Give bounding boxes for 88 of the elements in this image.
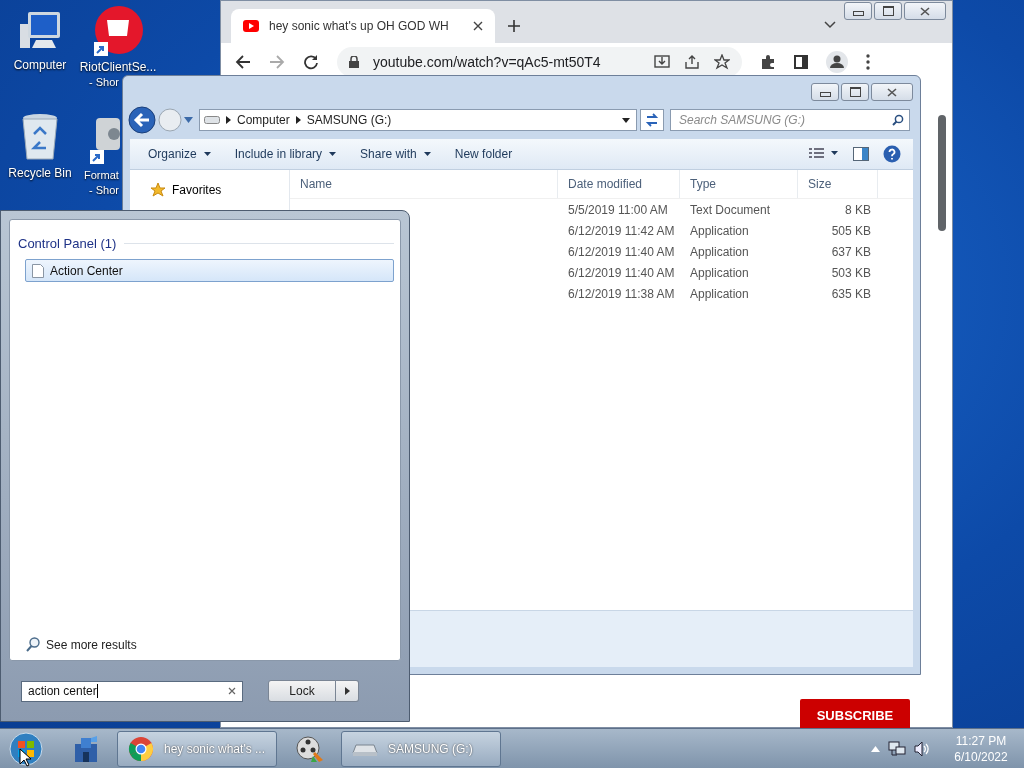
table-cell-text: Application xyxy=(689,244,750,259)
menu-icon[interactable] xyxy=(866,54,870,70)
browser-tab[interactable]: hey sonic what's up OH GOD WH xyxy=(231,9,495,43)
reload-icon[interactable] xyxy=(303,54,319,70)
column-header[interactable]: Size xyxy=(798,170,878,198)
table-cell-text: Application xyxy=(689,265,750,280)
close-button[interactable] xyxy=(904,2,946,20)
breadcrumb-item[interactable]: Computer xyxy=(237,113,290,127)
view-options-icon[interactable] xyxy=(809,148,839,160)
desktop-icon-label[interactable]: - Shor xyxy=(89,75,119,90)
power-options-button[interactable] xyxy=(336,680,359,702)
toolbar-button[interactable]: Share with xyxy=(360,147,431,161)
column-header[interactable]: Date modified xyxy=(558,170,680,198)
browser-icon xyxy=(128,735,154,762)
close-icon xyxy=(887,87,897,97)
search-icon xyxy=(26,637,40,652)
toolbar-button[interactable]: Organize xyxy=(148,147,211,161)
close-icon xyxy=(920,6,930,16)
desktop-icon-label[interactable]: Recycle Bin xyxy=(8,166,72,181)
desktop-icon-label[interactable]: RiotClientSe... xyxy=(79,60,157,75)
toolbar-button[interactable]: New folder xyxy=(454,147,513,161)
lock-icon xyxy=(349,56,359,68)
scrollbar[interactable] xyxy=(938,115,946,231)
star-icon[interactable] xyxy=(714,54,730,70)
lock-button[interactable]: Lock xyxy=(268,680,336,702)
desktop-icon-label[interactable]: - Shor xyxy=(89,183,119,198)
chevron-right-icon[interactable] xyxy=(295,116,301,124)
side-panel-icon[interactable] xyxy=(794,55,808,69)
video-site-icon xyxy=(243,20,259,32)
recycle-bin-icon[interactable] xyxy=(20,112,60,162)
address-bar[interactable]: youtube.com/watch?v=qAc5-mt50T4 xyxy=(337,47,742,77)
see-more-link[interactable]: See more results xyxy=(46,637,137,652)
search-field[interactable]: Search SAMSUNG (G:) xyxy=(670,109,910,131)
table-cell-text: 5/5/2019 11:00 AM xyxy=(567,202,669,217)
table-cell-text: 6/12/2019 11:40 AM xyxy=(567,265,676,280)
profile-icon[interactable] xyxy=(826,51,848,73)
document-icon xyxy=(32,263,44,278)
table-cell-text: 505 KB xyxy=(830,223,871,238)
close-button[interactable] xyxy=(871,83,913,101)
desktop-icon-label[interactable]: Computer xyxy=(13,58,67,73)
table-cell-text: Application xyxy=(689,286,750,301)
close-icon[interactable] xyxy=(473,21,483,31)
chevron-down-icon[interactable] xyxy=(824,21,836,29)
preview-pane-icon[interactable] xyxy=(853,147,869,161)
shortcut-app-icon[interactable] xyxy=(93,6,143,56)
new-tab-icon[interactable] xyxy=(507,19,521,33)
mouse-cursor-icon xyxy=(19,747,31,767)
search-result[interactable]: Action Center xyxy=(25,259,394,282)
table-cell-text: 6/12/2019 11:38 AM xyxy=(567,286,676,301)
address-bar[interactable]: Computer SAMSUNG (G:) xyxy=(199,109,637,131)
dropdown-arrow-icon[interactable] xyxy=(622,117,630,123)
desktop-icon-label[interactable]: Format xyxy=(84,168,119,183)
column-header[interactable]: Name xyxy=(290,170,558,198)
table-cell-text: 8 KB xyxy=(844,202,871,217)
group-heading: Control Panel (1) xyxy=(18,236,117,251)
sidebar-item[interactable]: Favorites xyxy=(172,183,222,197)
column-header[interactable]: Type xyxy=(680,170,798,198)
back-arrow-icon[interactable] xyxy=(235,54,251,70)
install-icon[interactable] xyxy=(654,54,670,70)
refresh-button[interactable] xyxy=(640,109,664,131)
restore-button[interactable] xyxy=(874,2,902,20)
search-field[interactable]: action center xyxy=(21,680,243,702)
restore-button[interactable] xyxy=(841,83,869,101)
table-cell-text: 6/12/2019 11:40 AM xyxy=(567,244,676,259)
clear-icon[interactable] xyxy=(228,687,236,695)
share-icon[interactable] xyxy=(684,54,700,70)
subscribe-button[interactable]: SUBSCRIBE xyxy=(800,699,910,728)
arrow-icon xyxy=(344,687,350,695)
table-cell-text: Application xyxy=(689,223,750,238)
table-cell-text: Text Document xyxy=(689,202,772,217)
drive-icon xyxy=(204,115,220,125)
table-cell-text: 6/12/2019 11:42 AM xyxy=(567,223,676,238)
table-cell-text: 635 KB xyxy=(830,286,871,301)
network-icon[interactable] xyxy=(888,740,906,757)
minimize-button[interactable] xyxy=(844,2,872,20)
table-cell-text: 503 KB xyxy=(830,265,871,280)
search-icon xyxy=(892,114,904,126)
star-icon xyxy=(150,182,166,198)
toolbar-button[interactable]: Include in library xyxy=(234,147,337,161)
film-reel-icon[interactable] xyxy=(295,733,325,764)
minimize-button[interactable] xyxy=(811,83,839,101)
help-icon[interactable] xyxy=(883,145,901,163)
table-cell-text: 637 KB xyxy=(830,244,871,259)
breadcrumb-item[interactable]: SAMSUNG (G:) xyxy=(306,113,392,127)
puzzle-icon[interactable] xyxy=(760,54,776,70)
back-button[interactable] xyxy=(128,106,156,134)
volume-icon[interactable] xyxy=(914,740,930,757)
chevron-right-icon[interactable] xyxy=(226,116,231,124)
